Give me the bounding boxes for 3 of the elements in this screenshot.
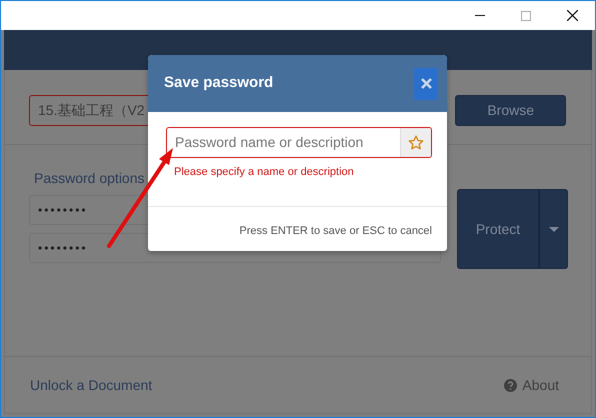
error-message: Please specify a name or description	[174, 165, 355, 180]
hint-text: Press ENTER to save or ESC to cancel	[239, 224, 432, 236]
dialog-title: Save password	[164, 73, 274, 94]
